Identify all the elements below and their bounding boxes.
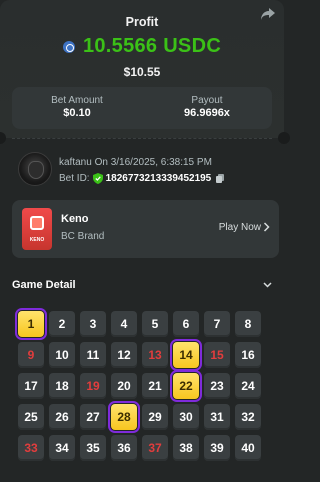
game-name: Keno [61, 213, 89, 225]
keno-cell: 30 [173, 404, 199, 430]
bet-result-header: Profit 10.5566 USDC $10.55 Bet Amount $0… [0, 0, 284, 138]
keno-cell-drawn: 33 [18, 435, 44, 461]
thumb-text: KENO [29, 237, 45, 243]
keno-cell: 3 [80, 311, 106, 337]
game-detail-title: Game Detail [12, 279, 76, 291]
avatar-lion-icon [28, 161, 44, 179]
usdc-icon [62, 40, 75, 53]
keno-logo-icon [30, 216, 44, 230]
profit-label: Profit [125, 15, 159, 29]
profit-amount: 10.5566 USDC [82, 35, 222, 57]
keno-cell: 12 [111, 342, 137, 368]
stat-label: Bet Amount [51, 95, 103, 106]
keno-cell: 32 [235, 404, 261, 430]
keno-cell: 17 [18, 373, 44, 399]
copy-icon[interactable] [216, 174, 225, 183]
fiat-value: $10.55 [123, 65, 161, 79]
keno-cell-hit: 22 [170, 370, 202, 402]
keno-cell: 5 [142, 311, 168, 337]
player-name[interactable]: kaftanu [59, 157, 92, 168]
player-info: kaftanu On 3/16/2025, 6:38:15 PM Bet ID:… [18, 152, 268, 188]
keno-cell: 27 [80, 404, 106, 430]
keno-cell: 40 [235, 435, 261, 461]
keno-cell: 34 [49, 435, 75, 461]
ticket-notch-right [278, 132, 290, 144]
bet-id-line: Bet ID: 1826773213339452195 [59, 173, 225, 184]
bet-date: On 3/16/2025, 6:38:15 PM [94, 157, 212, 168]
keno-cell-drawn: 9 [18, 342, 44, 368]
keno-cell: 8 [235, 311, 261, 337]
share-icon[interactable] [260, 7, 276, 21]
keno-cell-drawn: 19 [80, 373, 106, 399]
play-now-button[interactable]: Play Now [219, 222, 261, 233]
stat-value: $0.10 [63, 107, 91, 119]
keno-cell: 26 [49, 404, 75, 430]
verified-shield-icon [92, 173, 103, 184]
keno-cell: 24 [235, 373, 261, 399]
keno-thumbnail: KENO [22, 208, 52, 250]
keno-cell-drawn: 37 [142, 435, 168, 461]
bet-id-label: Bet ID: [59, 173, 90, 184]
bet-amount-stat: Bet Amount $0.10 [12, 87, 142, 129]
keno-cell-hit: 28 [108, 401, 140, 433]
keno-number-grid: 1 2 3 4 5 6 7 8 9 10 11 12 13 14 15 16 17 18 19 20 21 22 23 24 2… [15, 308, 274, 461]
keno-cell: 25 [18, 404, 44, 430]
game-detail-header[interactable]: Game Detail [12, 279, 272, 293]
ticket-divider [12, 138, 272, 139]
keno-cell: 23 [204, 373, 230, 399]
avatar[interactable] [18, 152, 52, 186]
keno-cell: 18 [49, 373, 75, 399]
keno-cell: 21 [142, 373, 168, 399]
keno-cell: 36 [111, 435, 137, 461]
payout-stat: Payout 96.9696x [142, 87, 272, 129]
stat-value: 96.9696x [184, 107, 230, 119]
keno-cell: 4 [111, 311, 137, 337]
keno-cell-hit: 1 [15, 308, 47, 340]
bet-id-value: 1826773213339452195 [105, 173, 212, 184]
game-brand: BC Brand [61, 231, 105, 242]
keno-cell: 35 [80, 435, 106, 461]
keno-cell: 20 [111, 373, 137, 399]
keno-cell: 16 [235, 342, 261, 368]
keno-cell: 11 [80, 342, 106, 368]
keno-cell: 10 [49, 342, 75, 368]
bet-stats: Bet Amount $0.10 Payout 96.9696x [12, 87, 272, 129]
keno-cell: 29 [142, 404, 168, 430]
keno-cell-hit: 14 [170, 339, 202, 371]
stat-label: Payout [191, 95, 223, 106]
chevron-down-icon[interactable] [263, 282, 272, 288]
keno-cell-drawn: 13 [142, 342, 168, 368]
profit-amount-row: 10.5566 USDC [0, 35, 284, 58]
keno-cell: 38 [173, 435, 199, 461]
keno-cell: 7 [204, 311, 230, 337]
keno-cell: 31 [204, 404, 230, 430]
keno-cell: 6 [173, 311, 199, 337]
chevron-right-icon[interactable] [263, 222, 270, 232]
game-card[interactable]: KENO Keno BC Brand Play Now [12, 200, 279, 258]
player-line: kaftanu On 3/16/2025, 6:38:15 PM [59, 157, 212, 168]
keno-cell: 39 [204, 435, 230, 461]
keno-cell: 2 [49, 311, 75, 337]
keno-cell-drawn: 15 [204, 342, 230, 368]
